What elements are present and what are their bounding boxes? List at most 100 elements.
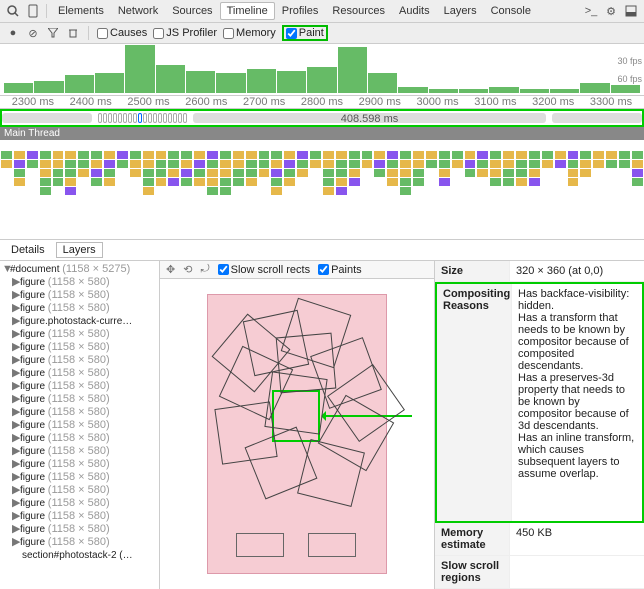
- tree-item[interactable]: ▶figure (1158 × 580): [2, 354, 157, 367]
- tree-item[interactable]: ▶figure (1158 × 580): [2, 289, 157, 302]
- flame-slice: [14, 150, 25, 230]
- tab-details[interactable]: Details: [4, 242, 52, 258]
- tree-item[interactable]: ▶figure (1158 × 580): [2, 497, 157, 510]
- tree-item[interactable]: ▶figure (1158 × 580): [2, 432, 157, 445]
- tab-resources[interactable]: Resources: [325, 2, 392, 20]
- flame-slice: [490, 150, 501, 230]
- tree-item[interactable]: ▶figure (1158 × 580): [2, 510, 157, 523]
- tree-item[interactable]: ▶figure (1158 × 580): [2, 458, 157, 471]
- flame-slice: [194, 150, 205, 230]
- flame-chart[interactable]: [0, 140, 644, 240]
- frame-thumb[interactable]: [153, 113, 157, 123]
- fps-60-label: 60 fps: [617, 74, 642, 84]
- tree-item[interactable]: ▶figure (1158 × 580): [2, 276, 157, 289]
- flame-slice: [53, 150, 64, 230]
- tree-item[interactable]: ▶figure (1158 × 580): [2, 419, 157, 432]
- tree-item[interactable]: ▶figure (1158 × 580): [2, 302, 157, 315]
- tree-item[interactable]: ▶figure (1158 × 580): [2, 536, 157, 549]
- tree-item[interactable]: ▶figure (1158 × 580): [2, 523, 157, 536]
- memory-checkbox[interactable]: Memory: [223, 27, 276, 39]
- frame-thumb[interactable]: [158, 113, 162, 123]
- fps-bar: [580, 83, 609, 93]
- tree-item[interactable]: ▶figure (1158 × 580): [2, 484, 157, 497]
- fps-overview[interactable]: 30 fps 60 fps: [0, 44, 644, 96]
- flame-slice: [439, 150, 450, 230]
- tree-item[interactable]: ▶figure (1158 × 580): [2, 328, 157, 341]
- layer-canvas-panel: ✥ ⟲ ⤾ Slow scroll rects Paints: [160, 261, 434, 589]
- tree-item[interactable]: ▶figure (1158 × 580): [2, 341, 157, 354]
- fps-bar: [4, 83, 33, 93]
- move-icon[interactable]: ✥: [166, 263, 175, 276]
- tree-item[interactable]: ▶figure (1158 × 580): [2, 471, 157, 484]
- clear-icon[interactable]: ⊘: [26, 26, 40, 40]
- fps-bar: [368, 73, 397, 93]
- layer-canvas-toolbar: ✥ ⟲ ⤾ Slow scroll rects Paints: [160, 261, 434, 279]
- frame-thumb[interactable]: [113, 113, 117, 123]
- dock-icon[interactable]: [622, 2, 640, 20]
- tick: 2500 ms: [120, 96, 178, 108]
- tab-audits[interactable]: Audits: [392, 2, 437, 20]
- frame-thumb[interactable]: [98, 113, 102, 123]
- flame-slice: [91, 150, 102, 230]
- tab-layers[interactable]: Layers: [56, 242, 103, 258]
- flame-slice: [400, 150, 411, 230]
- fps-bar: [277, 71, 306, 93]
- frame-thumb[interactable]: [143, 113, 147, 123]
- search-icon[interactable]: [4, 2, 22, 20]
- filter-icon[interactable]: [46, 26, 60, 40]
- frame-thumb[interactable]: [108, 113, 112, 123]
- tab-layers[interactable]: Layers: [437, 2, 484, 20]
- fps-bar: [520, 89, 549, 93]
- tree-item[interactable]: ▶figure (1158 × 580): [2, 367, 157, 380]
- tab-profiles[interactable]: Profiles: [275, 2, 326, 20]
- flame-slice: [387, 150, 398, 230]
- reset-icon[interactable]: ⤾: [200, 263, 209, 276]
- tree-item[interactable]: section#photostack-2 (…: [2, 549, 157, 562]
- layer-rect: [276, 333, 337, 394]
- record-icon[interactable]: ●: [6, 26, 20, 40]
- frame-thumb[interactable]: [168, 113, 172, 123]
- flame-slice: [477, 150, 488, 230]
- tab-console[interactable]: Console: [484, 2, 538, 20]
- layer-tree[interactable]: ▼#document (1158 × 5275)▶figure (1158 × …: [0, 261, 160, 589]
- tick: 2700 ms: [235, 96, 293, 108]
- frame-thumb[interactable]: [128, 113, 132, 123]
- rotate-icon[interactable]: ⟲: [183, 263, 192, 276]
- tab-network[interactable]: Network: [111, 2, 165, 20]
- tab-timeline[interactable]: Timeline: [220, 2, 275, 20]
- drawer-toggle-icon[interactable]: >_: [582, 2, 600, 20]
- flame-slice: [207, 150, 218, 230]
- flame-slice: [542, 150, 553, 230]
- causes-checkbox[interactable]: Causes: [97, 27, 147, 39]
- garbage-icon[interactable]: [66, 26, 80, 40]
- js-profiler-checkbox[interactable]: JS Profiler: [153, 27, 217, 39]
- frame-thumb[interactable]: [178, 113, 182, 123]
- paints-checkbox[interactable]: Paints: [318, 264, 362, 276]
- device-icon[interactable]: [24, 2, 42, 20]
- flame-slice: [104, 150, 115, 230]
- tree-item[interactable]: ▶figure (1158 × 580): [2, 406, 157, 419]
- layer-canvas[interactable]: [160, 279, 434, 589]
- tab-sources[interactable]: Sources: [165, 2, 219, 20]
- tab-elements[interactable]: Elements: [51, 2, 111, 20]
- frame-thumb[interactable]: [163, 113, 167, 123]
- frame-thumb[interactable]: [148, 113, 152, 123]
- frame-filmstrip[interactable]: 408.598 ms: [0, 109, 644, 127]
- frame-thumb[interactable]: [133, 113, 137, 123]
- paint-checkbox[interactable]: Paint: [282, 25, 328, 41]
- slow-scroll-checkbox[interactable]: Slow scroll rects: [218, 264, 310, 276]
- tree-item[interactable]: ▶figure.photostack-curre…: [2, 315, 157, 328]
- tree-item[interactable]: ▶figure (1158 × 580): [2, 445, 157, 458]
- frame-thumb[interactable]: [103, 113, 107, 123]
- frame-thumb[interactable]: [123, 113, 127, 123]
- separator: [88, 26, 89, 40]
- frame-thumb[interactable]: [138, 113, 142, 123]
- tree-item[interactable]: ▶figure (1158 × 580): [2, 380, 157, 393]
- tree-item[interactable]: ▶figure (1158 × 580): [2, 393, 157, 406]
- tree-root[interactable]: ▼#document (1158 × 5275): [2, 263, 157, 276]
- frame-thumb[interactable]: [183, 113, 187, 123]
- gear-icon[interactable]: ⚙: [602, 2, 620, 20]
- frame-thumb[interactable]: [118, 113, 122, 123]
- frame-thumb[interactable]: [173, 113, 177, 123]
- prop-memory: Memory estimate450 KB: [435, 523, 644, 556]
